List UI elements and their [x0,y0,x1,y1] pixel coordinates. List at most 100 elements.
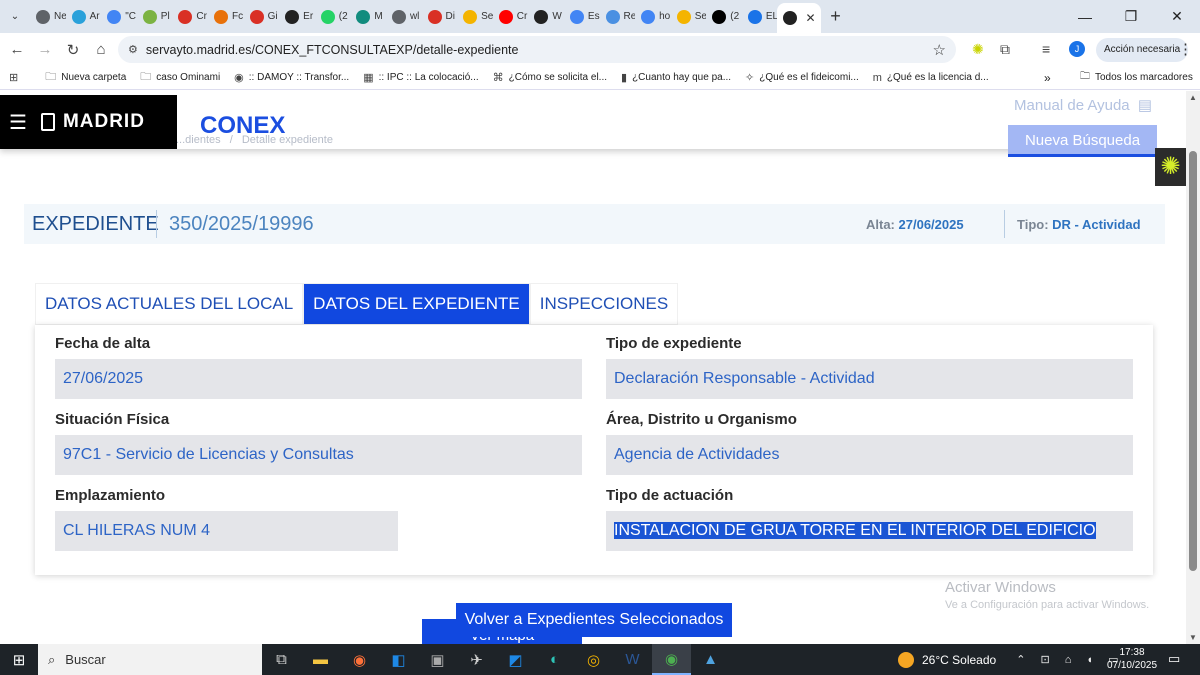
extensions-puzzle-icon[interactable]: ⧉ [1000,41,1010,58]
outlook-icon[interactable]: ◧ [379,644,418,675]
more-bookmarks-icon[interactable]: » [1044,71,1051,85]
browser-tab[interactable]: Re [600,0,635,33]
chrome-icon[interactable]: ◉ [652,644,691,675]
browser-tab[interactable]: Pl [137,0,173,33]
browser-tab[interactable]: W [528,0,564,33]
browser-tab[interactable]: Fc [208,0,244,33]
tab-datos-actuales-local[interactable]: DATOS ACTUALES DEL LOCAL [35,283,304,325]
browser-tab[interactable]: Es [564,0,600,33]
accessibility-widget-icon[interactable]: ✺ [1155,148,1186,186]
browser-tab[interactable]: Ne [30,0,66,33]
back-arrow-icon[interactable]: ← [3,41,31,58]
bookmark-label: :: IPC :: La colocació... [378,72,479,83]
divider [1004,210,1005,238]
browser-tab[interactable]: Di [422,0,458,33]
bookmark-star-icon[interactable]: ☆ [933,41,946,59]
tab-favicon-icon [391,9,406,24]
clock[interactable]: 17:38 07/10/2025 [1104,646,1160,672]
bookmark-item[interactable]: ▦:: IPC :: La colocació... [363,71,478,84]
reload-icon[interactable]: ↻ [59,41,87,59]
bookmark-item[interactable]: m ¿Qué es la licencia d... [873,72,989,84]
new-tab-button[interactable]: + [821,6,849,27]
bookmark-label: ¿Qué es el fideicomi... [759,72,859,83]
photos-icon[interactable]: ▲ [691,644,730,675]
bookmark-item[interactable]: 🗀 Nueva carpeta [45,68,126,87]
bookmark-icon: ▦ [363,72,374,84]
chrome-canary-icon[interactable]: ◎ [574,644,613,675]
tab-inspecciones[interactable]: INSPECCIONES [529,283,679,325]
maximize-icon[interactable]: ❐ [1108,0,1154,33]
all-bookmarks-link[interactable]: 🗀 Todos los marcadores [1080,69,1193,86]
edge-icon[interactable]: ◐ [535,644,574,675]
bookmark-item[interactable]: ✧ ¿Qué es el fideicomi... [745,71,859,84]
window-close-icon[interactable]: ✕ [1154,0,1200,33]
browser-tab[interactable]: ho [635,0,671,33]
browser-tab[interactable]: Se [671,0,706,33]
bookmark-item[interactable]: 🗀 caso Ominami [140,68,220,87]
browser-tab[interactable]: EL [742,0,777,33]
scroll-thumb[interactable] [1189,151,1197,571]
firefox-icon[interactable]: ◉ [340,644,379,675]
close-tab-icon[interactable]: ✕ [805,11,815,25]
home-icon[interactable]: ⌂ [87,41,115,58]
scroll-down-icon[interactable]: ▼ [1189,633,1197,642]
weather-sun-icon[interactable] [898,651,914,668]
tab-search-chevron-icon[interactable]: ⌄ [0,0,30,33]
windows-start-icon[interactable]: ⊞ [0,651,38,669]
bookmark-item[interactable]: ⌘ ¿Cómo se solicita el... [493,71,607,84]
tab-list: Ne Ar "C Pl Cr Fc Gi Er (2 Mwl Di Se Cr W Es Re ho Se (2 EL [30,0,777,33]
tab-favicon-icon [107,9,122,24]
word-icon[interactable]: W [613,644,652,675]
hamburger-menu-icon[interactable]: ☰ [9,110,27,135]
browser-tab[interactable]: (2 [315,0,351,33]
extension-icon[interactable]: ✺ [972,41,984,58]
tipo-actuacion-field: INSTALACION DE GRUA TORRE EN EL INTERIOR… [606,511,1133,551]
store-icon[interactable]: ▣ [418,644,457,675]
url-text[interactable]: servayto.madrid.es/CONEX_FTCONSULTAEXP/d… [146,43,519,57]
tab-label: Es [587,11,600,22]
taskbar-search[interactable]: ⌕ Buscar [38,644,262,675]
app-icon[interactable]: ✈ [457,644,496,675]
browser-tab[interactable]: Er [279,0,315,33]
bookmark-label: Nueva carpeta [61,72,127,83]
browser-tab[interactable]: Se [457,0,493,33]
profile-avatar[interactable]: J [1069,41,1085,57]
page-viewport: ...dientes / Detalle expediente ☰ MADRID… [0,91,1186,644]
browser-tab[interactable]: wl [386,0,422,33]
volver-expedientes-button[interactable]: Volver a Expedientes Seleccionados [456,603,732,637]
apps-shortcut[interactable]: ⊞ [9,71,23,84]
nueva-busqueda-button[interactable]: Nueva Búsqueda [1008,125,1157,157]
browser-tab[interactable]: Gi [244,0,280,33]
weather-text[interactable]: 26°C Soleado [922,653,996,667]
accion-necesaria-button[interactable]: Acción necesaria [1096,38,1189,62]
minimize-icon[interactable]: — [1062,0,1108,33]
browser-tab[interactable]: (2 [706,0,742,33]
tab-favicon-icon [605,9,620,24]
manual-ayuda-link[interactable]: Manual de Ayuda ▤ [1014,96,1152,114]
task-view-icon[interactable]: ⧉ [262,644,301,675]
browser-tab[interactable]: Ar [66,0,102,33]
page-scrollbar[interactable]: ▲ ▼ [1186,91,1200,644]
browser-tab[interactable]: M [350,0,386,33]
scroll-up-icon[interactable]: ▲ [1189,93,1197,102]
mail-icon[interactable]: ◩ [496,644,535,675]
notification-icon[interactable]: ▭ [1168,651,1180,667]
bookmark-icon: m [872,71,882,84]
browser-tab[interactable]: Cr [172,0,208,33]
browser-tab[interactable]: "C [101,0,137,33]
bookmark-item[interactable]: ▮ ¿Cuanto hay que pa... [621,71,731,84]
tab-favicon-icon [534,9,549,24]
tab-datos-expediente[interactable]: DATOS DEL EXPEDIENTE [303,283,530,325]
site-info-icon[interactable]: ⚙ [128,43,138,56]
browser-tab[interactable]: Cr [493,0,529,33]
madrid-logo[interactable]: ☰ MADRID [0,95,177,149]
bookmark-item[interactable]: ◉:: DAMOY :: Transfor... [234,71,349,84]
browser-menu-icon[interactable]: ⋮ [1178,40,1193,58]
file-explorer-icon[interactable]: ▬ [301,644,340,675]
situacion-fisica-field: 97C1 - Servicio de Licencias y Consultas [55,435,582,475]
omnibox[interactable]: ⚙ servayto.madrid.es/CONEX_FTCONSULTAEXP… [118,36,956,63]
active-tab[interactable]: ✕ [777,3,822,33]
media-controls-icon[interactable]: ≡ [1042,41,1050,57]
forward-arrow-icon[interactable]: → [31,41,59,58]
tipo-actuacion-selected-text[interactable]: INSTALACION DE GRUA TORRE EN EL INTERIOR… [614,522,1096,539]
